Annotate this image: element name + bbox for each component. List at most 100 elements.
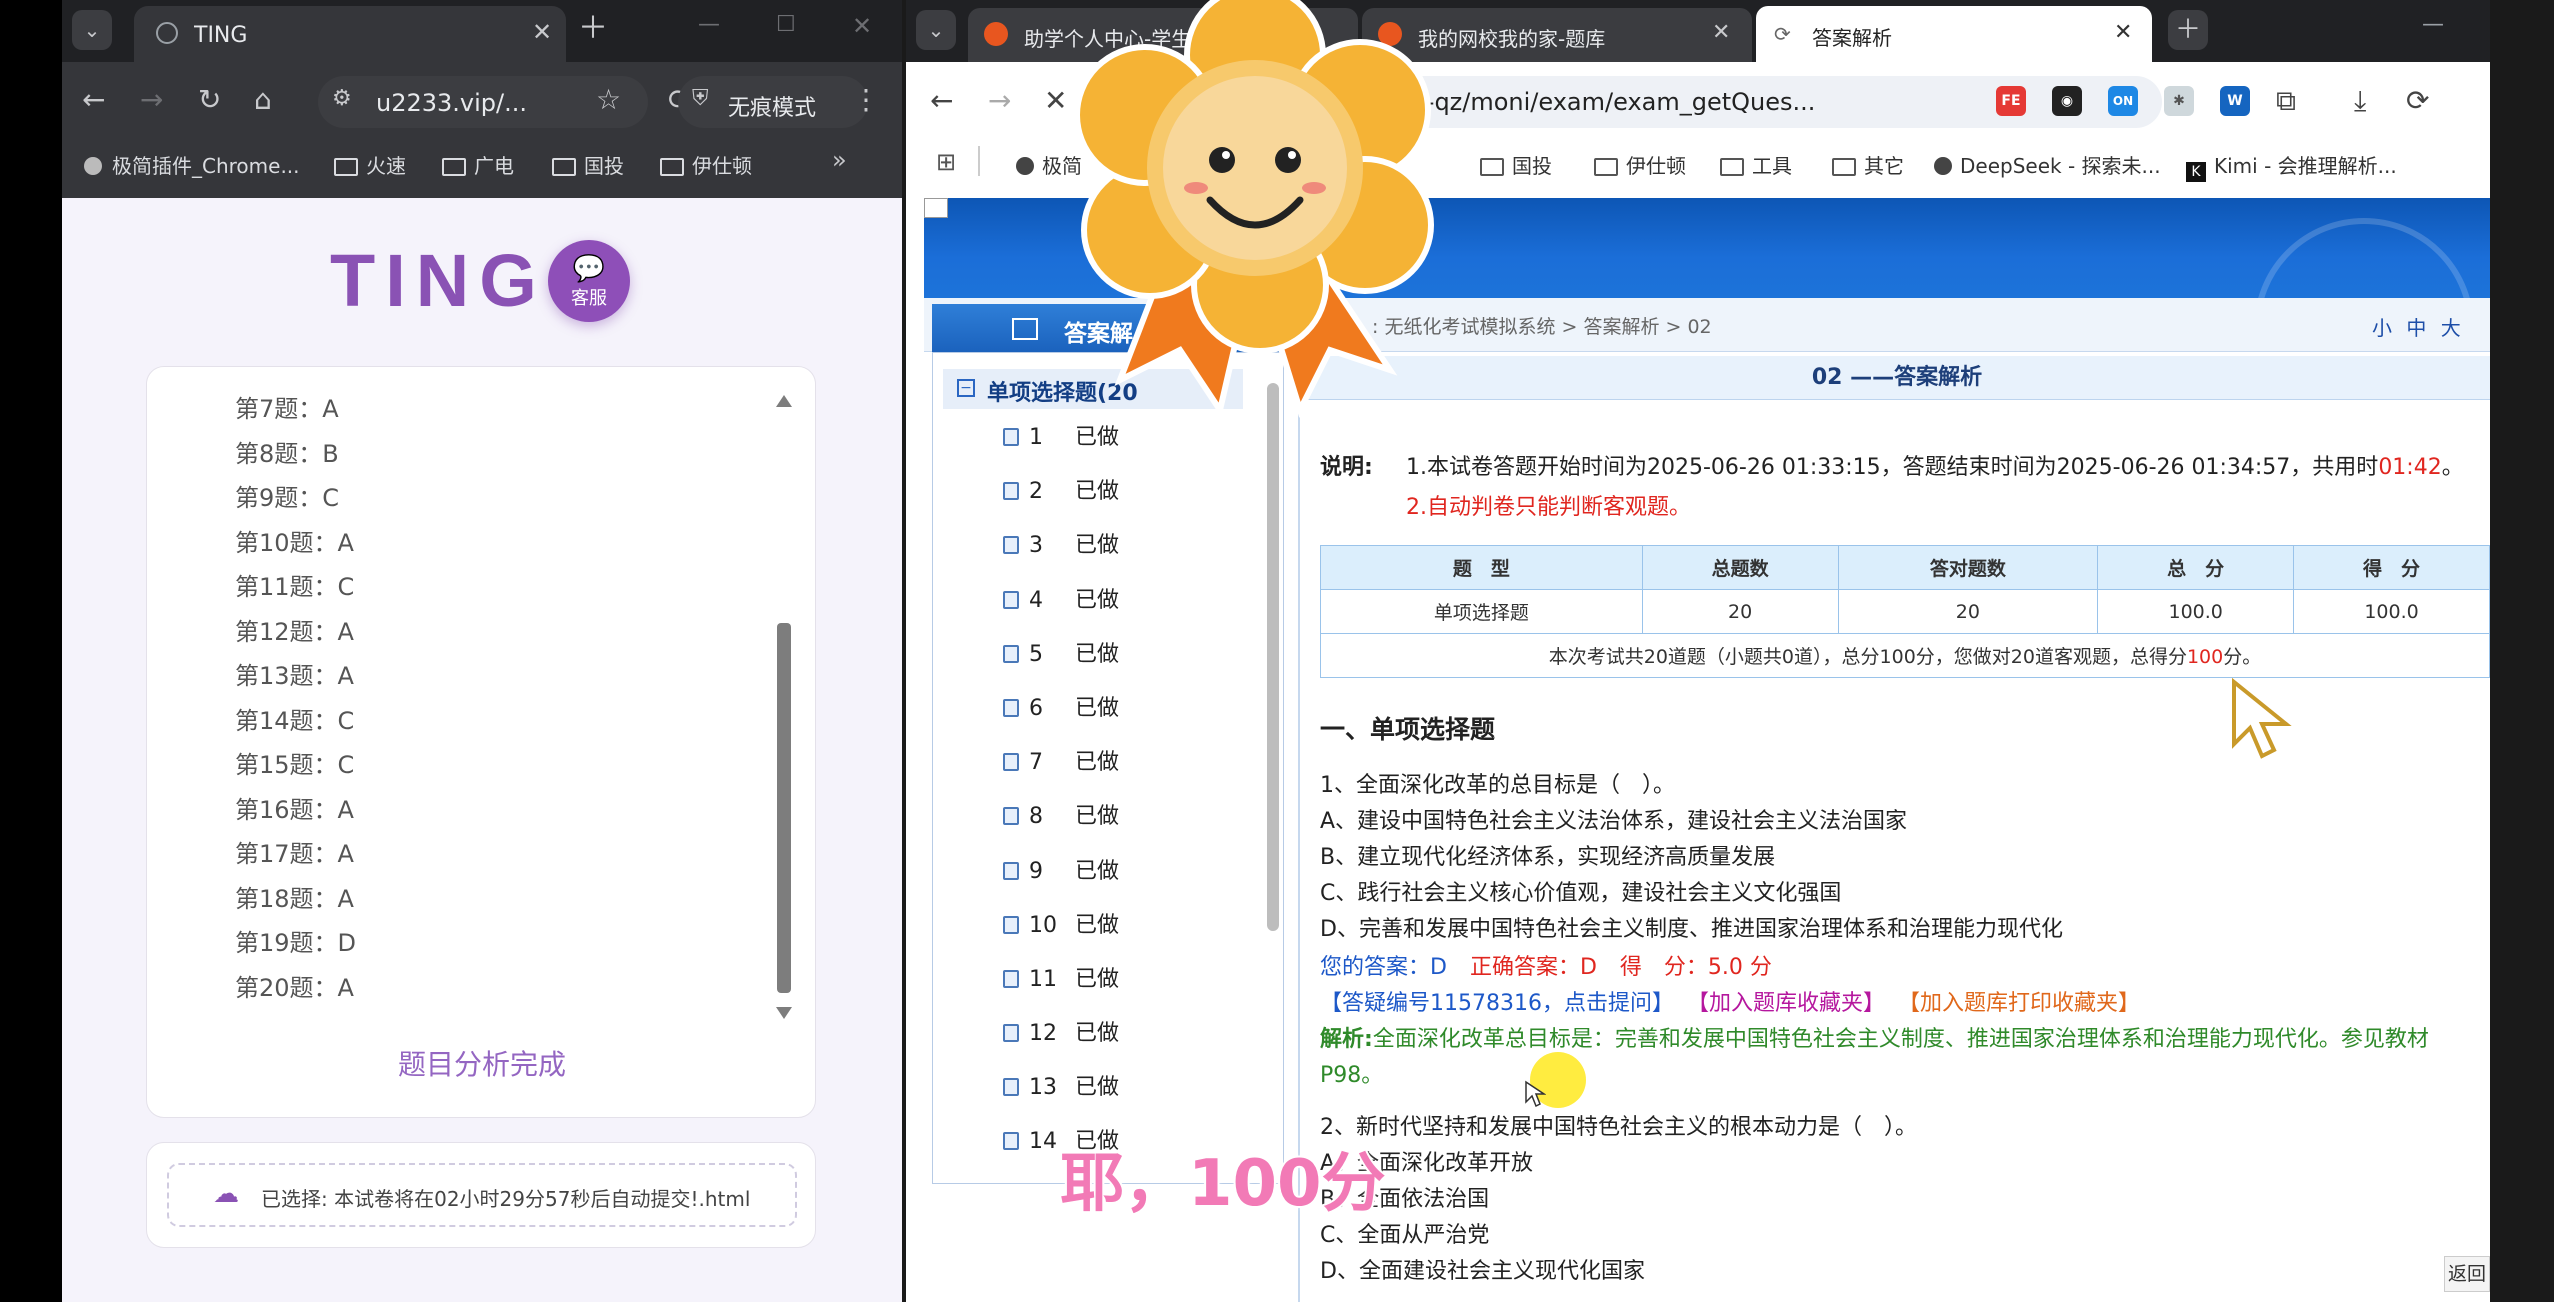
tab-search-button[interactable]: ⌄: [72, 10, 112, 50]
scrollbar-thumb[interactable]: [777, 623, 791, 993]
close-tab-icon[interactable]: ✕: [1712, 22, 1730, 44]
tab-search-button[interactable]: ⌄: [916, 10, 956, 50]
reload-icon[interactable]: ↻: [198, 86, 221, 114]
extension-w-icon[interactable]: W: [2220, 86, 2250, 116]
bookmark-yishidun[interactable]: 伊仕顿: [1594, 150, 1686, 179]
tab-answer-analysis[interactable]: ⟳ 答案解析 ✕: [1756, 6, 2152, 62]
add-favorite-link[interactable]: 【加入题库收藏夹】: [1687, 991, 1885, 1016]
maximize-button[interactable]: ☐: [776, 14, 796, 36]
q2-option-d: D、全面建设社会主义现代化国家: [1320, 1259, 1645, 1284]
bookmark-0[interactable]: 极简插件_Chrome...: [84, 150, 300, 179]
close-window-button[interactable]: ✕: [852, 14, 872, 38]
more-bookmarks-icon[interactable]: »: [832, 148, 847, 172]
chat-icon: 💬: [572, 254, 606, 284]
table-cell: 20: [1837, 589, 2099, 634]
incognito-chip[interactable]: ⛨ 无痕模式: [678, 76, 868, 128]
question-nav-item[interactable]: 5 已做: [1003, 628, 1253, 682]
document-icon: [1003, 1024, 1019, 1043]
close-tab-icon[interactable]: ✕: [2114, 20, 2132, 45]
extension-gear-icon[interactable]: ✱: [2164, 86, 2194, 116]
extension-mask-icon[interactable]: ◉: [2052, 86, 2082, 116]
service-label: 客服: [571, 288, 607, 309]
bookmark-star-icon[interactable]: ☆: [596, 86, 621, 114]
collapse-icon[interactable]: −: [957, 379, 975, 397]
table-header: 题 型: [1320, 545, 1643, 590]
question-nav-item[interactable]: 13 已做: [1003, 1061, 1253, 1115]
answer-item: 第20题：A: [235, 973, 354, 1002]
bookmark-separator: [978, 146, 980, 176]
close-tab-icon[interactable]: ✕: [532, 20, 552, 44]
apps-icon[interactable]: ⊞: [936, 148, 956, 176]
question-number: 4: [1029, 587, 1043, 613]
bookmark-gongju[interactable]: 工具: [1720, 150, 1792, 179]
bookmark-kimi[interactable]: K Kimi - 会推理解析...: [2186, 150, 2397, 182]
question-nav-item[interactable]: 6 已做: [1003, 682, 1253, 736]
table-row: 单项选择题 20 20 100.0 100.0: [1320, 589, 2490, 634]
folder-icon: [1594, 158, 1618, 176]
extension-fe-icon[interactable]: FE: [1996, 86, 2026, 116]
sidebar-scrollbar-thumb[interactable]: [1267, 383, 1279, 931]
bookmark-4[interactable]: 伊仕顿: [660, 150, 752, 179]
folder-icon: [334, 158, 358, 176]
question-nav-item[interactable]: 3 已做: [1003, 519, 1253, 573]
question-status: 已做: [1075, 587, 1120, 613]
font-small-link[interactable]: 小: [2372, 316, 2392, 340]
tab-title: 答案解析: [1812, 26, 1892, 50]
question-nav-item[interactable]: 12 已做: [1003, 1007, 1253, 1061]
question-nav-item[interactable]: 10 已做: [1003, 899, 1253, 953]
loading-icon: ⟳: [1774, 22, 1791, 46]
home-icon[interactable]: ⌂: [254, 86, 272, 114]
question-nav-item[interactable]: 8 已做: [1003, 790, 1253, 844]
question-number: 2: [1029, 479, 1043, 505]
bookmark-deepseek[interactable]: DeepSeek - 探索未...: [1934, 150, 2161, 179]
document-icon: [1003, 536, 1019, 555]
bookmark-2[interactable]: 广电: [442, 150, 514, 179]
customer-service-button[interactable]: 💬 客服: [548, 240, 630, 322]
forward-icon[interactable]: →: [140, 86, 163, 114]
question-nav-item[interactable]: 7 已做: [1003, 736, 1253, 790]
download-icon[interactable]: ⤓: [2354, 84, 2366, 118]
bookmark-1[interactable]: 火速: [334, 150, 406, 179]
bookmark-qita[interactable]: 其它: [1832, 150, 1904, 179]
scroll-up-arrow[interactable]: [776, 395, 792, 407]
bookmark-guotou[interactable]: 国投: [1480, 150, 1552, 179]
forward-icon[interactable]: →: [988, 84, 1011, 117]
note-line-2: 2.自动判卷只能判断客观题。: [1406, 495, 1691, 520]
new-tab-button[interactable]: ＋: [578, 14, 608, 44]
back-icon[interactable]: ←: [930, 84, 953, 117]
q1-result: 您的答案：D 正确答案：D 得 分：5.0 分: [1320, 950, 1772, 986]
question-nav-item[interactable]: 4 已做: [1003, 574, 1253, 628]
puzzle-icon[interactable]: ⧉: [2276, 84, 2296, 118]
question-number: 11: [1029, 966, 1057, 992]
extension-on-icon[interactable]: ON: [2108, 86, 2138, 116]
question-nav-item[interactable]: 9 已做: [1003, 845, 1253, 899]
font-large-link[interactable]: 大: [2441, 316, 2461, 340]
q1-option-a: A、建设中国特色社会主义法治体系，建设社会主义法治国家: [1320, 809, 1908, 834]
question-nav-item[interactable]: 2 已做: [1003, 465, 1253, 519]
tab-ting[interactable]: TING ✕: [134, 6, 566, 62]
font-medium-link[interactable]: 中: [2406, 316, 2426, 340]
bookmark-3[interactable]: 国投: [552, 150, 624, 179]
file-drop-zone[interactable]: ☁ 已选择: 本试卷将在02小时29分57秒后自动提交!.html: [167, 1163, 797, 1227]
scroll-down-arrow[interactable]: [776, 1007, 792, 1019]
document-icon: [1003, 590, 1019, 609]
document-icon: [1003, 807, 1019, 826]
question-number: 5: [1029, 641, 1043, 667]
add-print-favorite-link[interactable]: 【加入题库打印收藏夹】: [1898, 991, 2140, 1016]
note-line-1: 1.本试卷答题开始时间为2025-06-26 01:33:15，答题结束时间为2…: [1406, 455, 2464, 480]
menu-icon[interactable]: ⋮: [852, 86, 880, 114]
document-icon: [1003, 644, 1019, 663]
ask-question-link[interactable]: 【答疑编号11578316，点击提问】: [1320, 991, 1674, 1016]
question-nav-item[interactable]: 11 已做: [1003, 953, 1253, 1007]
minimize-button[interactable]: —: [2422, 14, 2444, 36]
sync-icon[interactable]: ⟳: [2406, 84, 2429, 117]
back-icon[interactable]: ←: [82, 86, 105, 114]
question-number: 12: [1029, 1021, 1057, 1047]
new-tab-button[interactable]: ＋: [2168, 10, 2208, 50]
table-summary-row: 本次考试共20道题（小题共0道），总分100分，您做对20道客观题，总得分100…: [1320, 633, 2490, 678]
minimize-button[interactable]: —: [698, 14, 720, 36]
back-to-top-button[interactable]: 返回: [2444, 1256, 2490, 1292]
site-info-icon[interactable]: ⚙: [332, 88, 352, 110]
table-cell: 100.0: [2293, 589, 2490, 634]
incognito-label: 无痕模式: [728, 96, 817, 121]
